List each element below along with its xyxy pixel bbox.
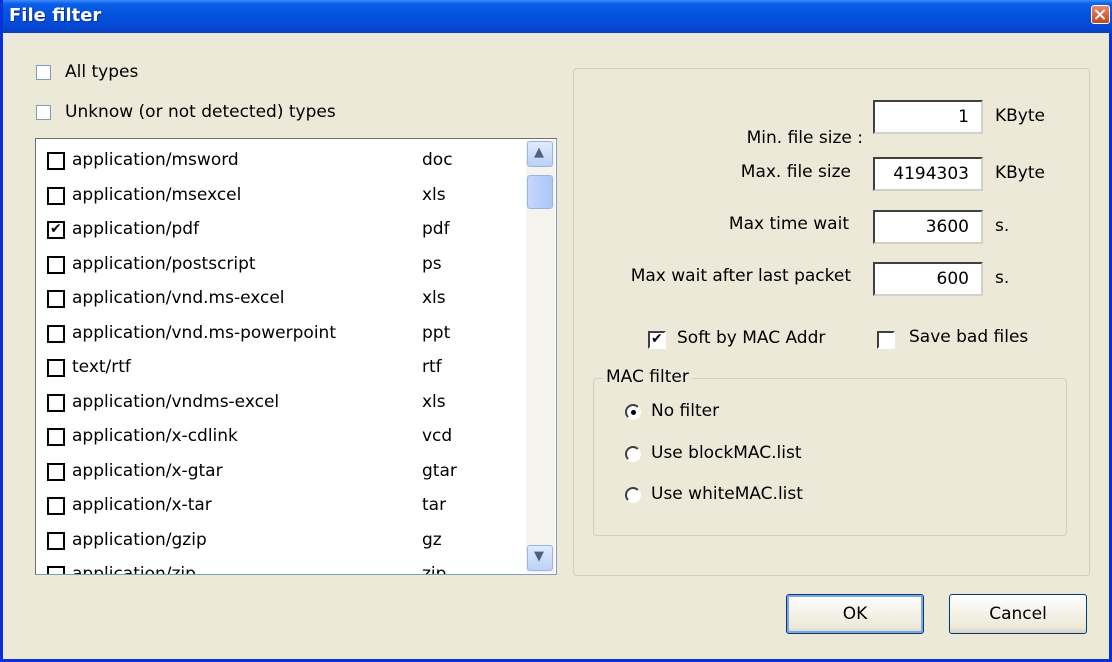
- mac-filter-legend: MAC filter: [603, 367, 692, 387]
- list-item[interactable]: application/postscript ps: [36, 248, 526, 282]
- max-size-label: Max. file size: [740, 162, 851, 182]
- extension-label: gtar: [422, 460, 457, 481]
- unknown-types-label: Unknow (or not detected) types: [65, 102, 336, 122]
- all-types-label: All types: [65, 62, 139, 82]
- list-item-checkbox[interactable]: [47, 255, 65, 274]
- list-item[interactable]: text/rtf rtf: [36, 351, 526, 385]
- list-item-checkbox[interactable]: [47, 359, 65, 377]
- list-item-checkbox[interactable]: [47, 324, 65, 343]
- list-item[interactable]: application/x-tar tar: [36, 489, 526, 523]
- max-size-input[interactable]: 4194303: [873, 157, 983, 191]
- title-bar[interactable]: File filter: [3, 0, 1112, 33]
- mime-type-label: application/x-tar: [72, 495, 212, 515]
- scroll-thumb[interactable]: [527, 175, 553, 209]
- extension-label: xls: [422, 391, 446, 412]
- mime-type-label: application/pdf: [72, 219, 200, 239]
- extension-label: gz: [422, 529, 442, 550]
- extension-label: vcd: [422, 426, 453, 446]
- extension-label: zip: [422, 564, 447, 575]
- cancel-button[interactable]: Cancel: [949, 594, 1087, 634]
- max-after-label: Max wait after last packet: [630, 266, 851, 286]
- list-item[interactable]: application/x-gtar gtar: [36, 455, 526, 489]
- max-after-input[interactable]: 600: [873, 262, 983, 296]
- list-item-checkbox[interactable]: [47, 393, 65, 412]
- list-item-checkbox[interactable]: [47, 428, 65, 446]
- extension-label: pdf: [422, 219, 450, 239]
- mime-type-label: application/vnd.ms-powerpoint: [72, 322, 336, 343]
- list-item-checkbox[interactable]: [47, 566, 65, 574]
- extension-label: tar: [422, 495, 447, 515]
- max-time-unit: s.: [995, 216, 1010, 236]
- chevron-down-icon: ▼: [534, 549, 544, 564]
- extension-label: doc: [422, 150, 453, 170]
- extension-label: xls: [422, 184, 446, 205]
- list-item[interactable]: application/x-cdlink vcd: [36, 420, 526, 454]
- mime-type-label: application/vnd.ms-excel: [72, 288, 285, 308]
- list-item-checkbox[interactable]: [47, 462, 65, 481]
- mime-type-label: application/msword: [72, 150, 239, 170]
- file-filter-dialog: File filter All types Unknow (or not det…: [0, 0, 1112, 662]
- list-item-checkbox[interactable]: [47, 290, 65, 308]
- soft-by-mac-label: Soft by MAC Addr: [677, 328, 826, 348]
- list-item[interactable]: application/msexcel xls: [36, 179, 526, 213]
- all-types-checkbox[interactable]: [36, 65, 51, 80]
- list-item[interactable]: application/vnd.ms-excel xls: [36, 282, 526, 316]
- list-item-checkbox[interactable]: [47, 531, 65, 550]
- min-size-unit: KByte: [995, 106, 1045, 126]
- no-filter-label: No filter: [651, 401, 720, 421]
- max-time-label: Max time wait: [728, 214, 849, 234]
- block-mac-label: Use blockMAC.list: [651, 443, 802, 463]
- mime-type-label: application/zip: [72, 564, 196, 575]
- mime-type-label: application/x-cdlink: [72, 426, 238, 446]
- max-size-unit: KByte: [995, 163, 1045, 183]
- mime-type-label: application/x-gtar: [72, 460, 223, 481]
- ok-button[interactable]: OK: [786, 594, 924, 634]
- list-scrollbar[interactable]: ▲ ▼: [526, 140, 555, 573]
- mime-type-label: text/rtf: [72, 357, 131, 377]
- list-item[interactable]: application/vndms-excel xls: [36, 386, 526, 420]
- extension-label: ps: [422, 253, 442, 274]
- mime-type-list[interactable]: application/msword doc application/msexcel…: [35, 138, 557, 575]
- list-item-checkbox[interactable]: [47, 220, 65, 239]
- list-item[interactable]: application/msword doc: [36, 144, 526, 178]
- list-item[interactable]: application/pdf pdf: [36, 213, 526, 247]
- scroll-up-button[interactable]: ▲: [527, 141, 553, 167]
- no-filter-radio[interactable]: [625, 404, 641, 420]
- min-size-input[interactable]: 1: [873, 100, 983, 134]
- min-size-label: Min. file size :: [746, 128, 863, 148]
- scroll-down-button[interactable]: ▼: [527, 545, 553, 571]
- white-mac-label: Use whiteMAC.list: [651, 484, 803, 504]
- white-mac-radio[interactable]: [625, 487, 641, 503]
- extension-label: rtf: [422, 357, 442, 377]
- close-icon[interactable]: [1091, 5, 1110, 24]
- mime-type-label: application/msexcel: [72, 184, 242, 205]
- max-time-input[interactable]: 3600: [873, 210, 983, 244]
- list-item-checkbox[interactable]: [47, 186, 65, 205]
- mime-type-label: application/gzip: [72, 529, 207, 550]
- list-item[interactable]: application/zip zip: [36, 558, 526, 575]
- block-mac-radio[interactable]: [625, 446, 641, 462]
- soft-by-mac-checkbox[interactable]: [648, 330, 666, 349]
- extension-label: xls: [422, 288, 446, 308]
- list-item-checkbox[interactable]: [47, 152, 65, 170]
- chevron-up-icon: ▲: [534, 145, 544, 160]
- mime-type-label: application/vndms-excel: [72, 391, 280, 412]
- extension-label: ppt: [422, 322, 451, 343]
- save-bad-files-checkbox[interactable]: [877, 331, 895, 349]
- max-after-unit: s.: [995, 268, 1010, 288]
- list-item-checkbox[interactable]: [47, 497, 65, 515]
- list-item[interactable]: application/gzip gz: [36, 524, 526, 558]
- save-bad-files-label: Save bad files: [909, 327, 1029, 347]
- mime-type-label: application/postscript: [72, 253, 256, 274]
- window-title: File filter: [9, 5, 102, 26]
- list-item[interactable]: application/vnd.ms-powerpoint ppt: [36, 317, 526, 351]
- unknown-types-checkbox[interactable]: [36, 105, 51, 120]
